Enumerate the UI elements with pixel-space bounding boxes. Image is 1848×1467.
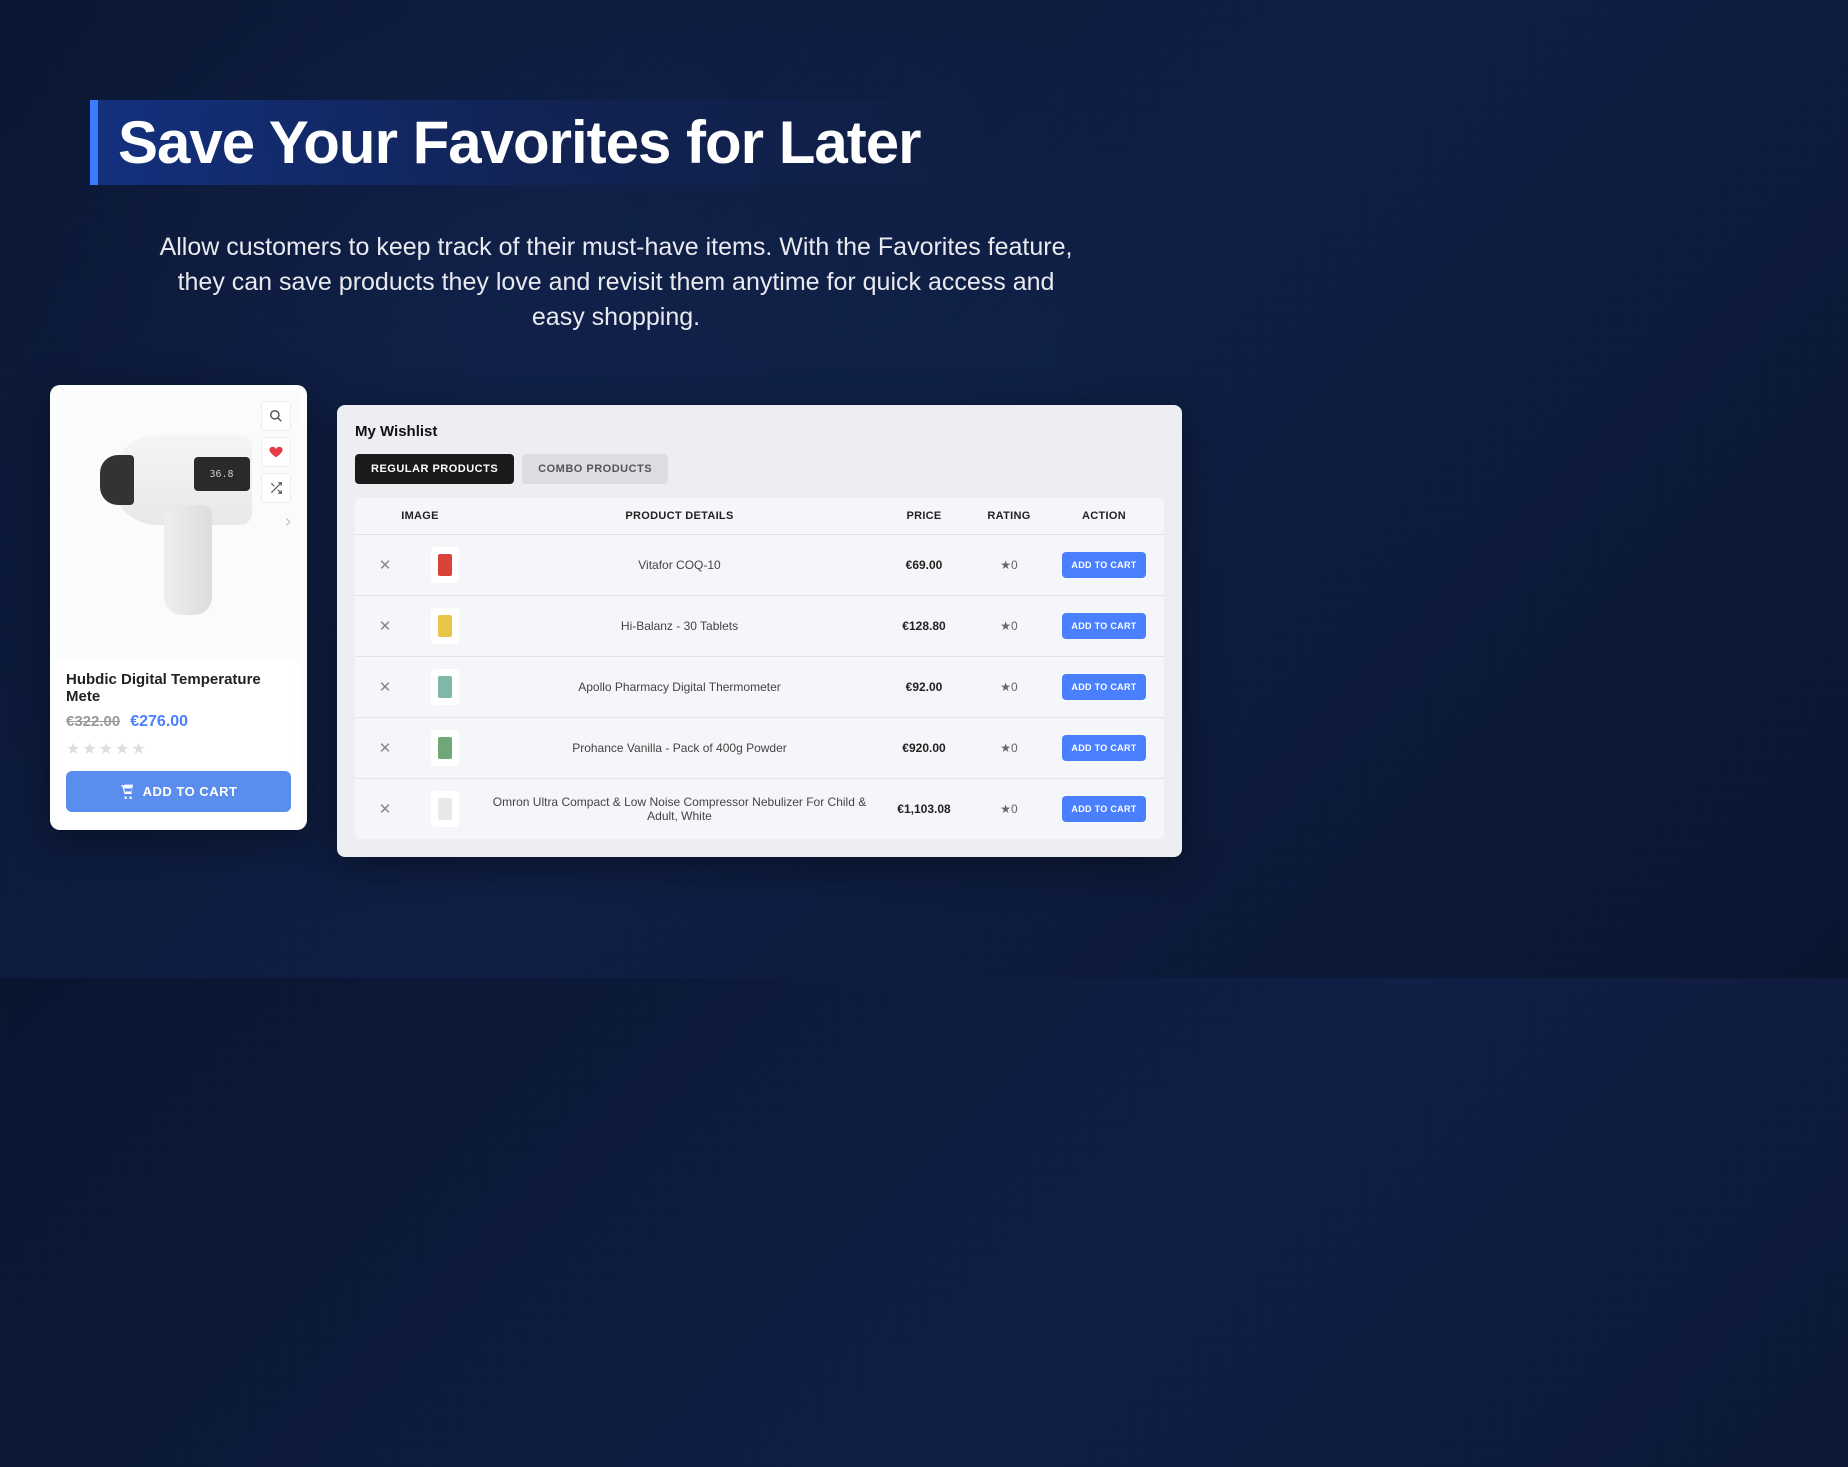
product-image: 36.8 [94,435,264,615]
item-price: €1,103.08 [884,802,964,816]
item-price: €69.00 [884,558,964,572]
add-to-cart-button[interactable]: ADD TO CART [66,771,291,812]
thermometer-readout: 36.8 [209,469,233,480]
table-row: ✕ Prohance Vanilla - Pack of 400g Powder… [355,718,1164,779]
item-name: Hi-Balanz - 30 Tablets [485,619,874,633]
product-image-area: 36.8 [56,391,301,659]
chevron-right-icon[interactable] [281,511,295,539]
col-price: PRICE [884,510,964,522]
product-card: 36.8 [50,385,307,830]
item-image [431,608,459,644]
remove-item-button[interactable]: ✕ [365,556,405,574]
item-name: Prohance Vanilla - Pack of 400g Powder [485,741,874,755]
search-icon[interactable] [261,401,291,431]
table-row: ✕ Vitafor COQ-10 €69.00 ★0 ADD TO CART [355,535,1164,596]
add-to-cart-button[interactable]: ADD TO CART [1062,552,1146,578]
item-rating: ★0 [974,558,1044,572]
table-row: ✕ Apollo Pharmacy Digital Thermometer €9… [355,657,1164,718]
remove-item-button[interactable]: ✕ [365,800,405,818]
rating-stars: ★★★★★ [66,739,291,759]
table-row: ✕ Hi-Balanz - 30 Tablets €128.80 ★0 ADD … [355,596,1164,657]
item-name: Omron Ultra Compact & Low Noise Compress… [485,795,874,823]
item-name: Apollo Pharmacy Digital Thermometer [485,680,874,694]
item-price: €92.00 [884,680,964,694]
wishlist-panel: My Wishlist REGULAR PRODUCTS COMBO PRODU… [337,405,1182,857]
table-row: ✕ Omron Ultra Compact & Low Noise Compre… [355,779,1164,839]
col-rating: RATING [974,510,1044,522]
col-details: PRODUCT DETAILS [485,510,874,522]
item-rating: ★0 [974,802,1044,816]
new-price: €276.00 [130,713,188,731]
hero-title: Save Your Favorites for Later [118,108,920,177]
favorite-icon[interactable] [261,437,291,467]
add-to-cart-button[interactable]: ADD TO CART [1062,735,1146,761]
add-to-cart-button[interactable]: ADD TO CART [1062,613,1146,639]
item-rating: ★0 [974,619,1044,633]
tab-regular-products[interactable]: REGULAR PRODUCTS [355,454,514,484]
add-to-cart-button[interactable]: ADD TO CART [1062,674,1146,700]
tab-combo-products[interactable]: COMBO PRODUCTS [522,454,668,484]
item-name: Vitafor COQ-10 [485,558,874,572]
item-image [431,669,459,705]
item-rating: ★0 [974,741,1044,755]
item-price: €920.00 [884,741,964,755]
hero-title-container: Save Your Favorites for Later [90,100,980,185]
product-title: Hubdic Digital Temperature Mete [66,671,291,705]
add-to-cart-button[interactable]: ADD TO CART [1062,796,1146,822]
col-image: IMAGE [365,510,475,522]
wishlist-title: My Wishlist [355,423,1164,440]
col-action: ACTION [1054,510,1154,522]
item-price: €128.80 [884,619,964,633]
item-image [431,730,459,766]
item-image [431,547,459,583]
shuffle-icon[interactable] [261,473,291,503]
item-image [431,791,459,827]
remove-item-button[interactable]: ✕ [365,617,405,635]
remove-item-button[interactable]: ✕ [365,739,405,757]
remove-item-button[interactable]: ✕ [365,678,405,696]
wishlist-table: IMAGE PRODUCT DETAILS PRICE RATING ACTIO… [355,498,1164,839]
add-to-cart-label: ADD TO CART [143,784,238,799]
old-price: €322.00 [66,713,120,730]
hero-description: Allow customers to keep track of their m… [156,230,1076,335]
item-rating: ★0 [974,680,1044,694]
